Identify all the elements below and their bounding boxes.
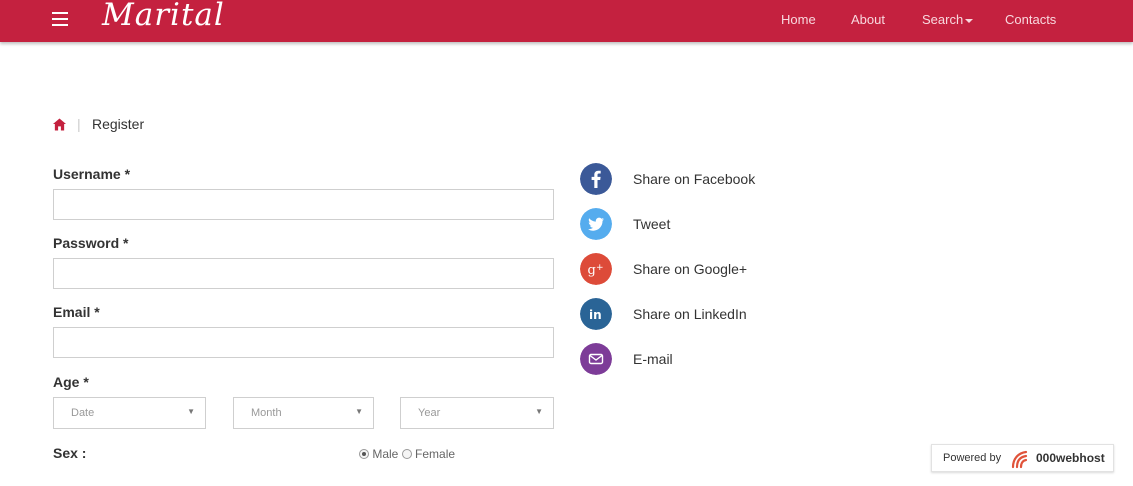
email-label: Email * xyxy=(53,304,100,320)
brand-logo[interactable]: Marital xyxy=(102,0,225,33)
nav-home-link[interactable]: Home xyxy=(781,12,816,27)
male-radio-label[interactable]: Male xyxy=(372,447,398,461)
share-linkedin-label: Share on LinkedIn xyxy=(633,306,747,322)
nav-about-link[interactable]: About xyxy=(851,12,885,27)
powered-by-text: Powered by xyxy=(943,452,1002,464)
nav-search-label: Search xyxy=(922,12,964,27)
facebook-icon xyxy=(580,163,612,195)
webhost-logo-icon xyxy=(1011,450,1028,469)
username-label: Username * xyxy=(53,166,131,182)
svg-text:+: + xyxy=(596,263,604,273)
month-select-placeholder: Month xyxy=(251,407,282,419)
share-twitter-label: Tweet xyxy=(633,216,671,232)
powered-by-brand: 000webhost xyxy=(1036,451,1105,465)
google-plus-icon: g + xyxy=(580,253,612,285)
nav-contacts-link[interactable]: Contacts xyxy=(1005,12,1056,27)
select-arrow-icon: ▼ xyxy=(355,407,363,416)
envelope-icon xyxy=(580,343,612,375)
male-radio[interactable] xyxy=(359,449,369,459)
password-label: Password * xyxy=(53,235,129,251)
email-input[interactable] xyxy=(53,327,554,358)
nav-search-dropdown[interactable]: Search xyxy=(922,12,974,27)
sex-radio-group: Male Female xyxy=(359,447,455,461)
select-arrow-icon: ▼ xyxy=(535,407,543,416)
female-radio[interactable] xyxy=(401,449,412,459)
breadcrumb-separator: | xyxy=(77,116,81,132)
date-select[interactable]: Date ▼ xyxy=(53,397,206,429)
share-facebook-label: Share on Facebook xyxy=(633,171,756,187)
year-select-placeholder: Year xyxy=(418,407,441,419)
female-radio-label[interactable]: Female xyxy=(415,447,455,461)
svg-text:in: in xyxy=(589,308,602,322)
linkedin-icon: in xyxy=(580,298,612,330)
month-select[interactable]: Month ▼ xyxy=(233,397,374,429)
age-label: Age * xyxy=(53,374,89,390)
menu-icon[interactable] xyxy=(52,12,68,26)
select-arrow-icon: ▼ xyxy=(187,407,195,416)
twitter-icon xyxy=(580,208,612,240)
password-input[interactable] xyxy=(53,258,554,289)
powered-by-badge[interactable]: Powered by 000webhost xyxy=(931,444,1114,472)
top-navbar: Marital Home About Search Contacts xyxy=(0,0,1133,42)
home-icon[interactable] xyxy=(53,118,66,131)
year-select[interactable]: Year ▼ xyxy=(400,397,554,429)
date-select-placeholder: Date xyxy=(71,407,95,419)
share-email-label: E-mail xyxy=(633,351,673,367)
sex-label: Sex : xyxy=(53,445,87,461)
share-google-label: Share on Google+ xyxy=(633,261,748,277)
username-input[interactable] xyxy=(53,189,554,220)
caret-down-icon xyxy=(965,18,974,23)
svg-text:g: g xyxy=(588,263,596,278)
breadcrumb-current: Register xyxy=(92,116,145,132)
